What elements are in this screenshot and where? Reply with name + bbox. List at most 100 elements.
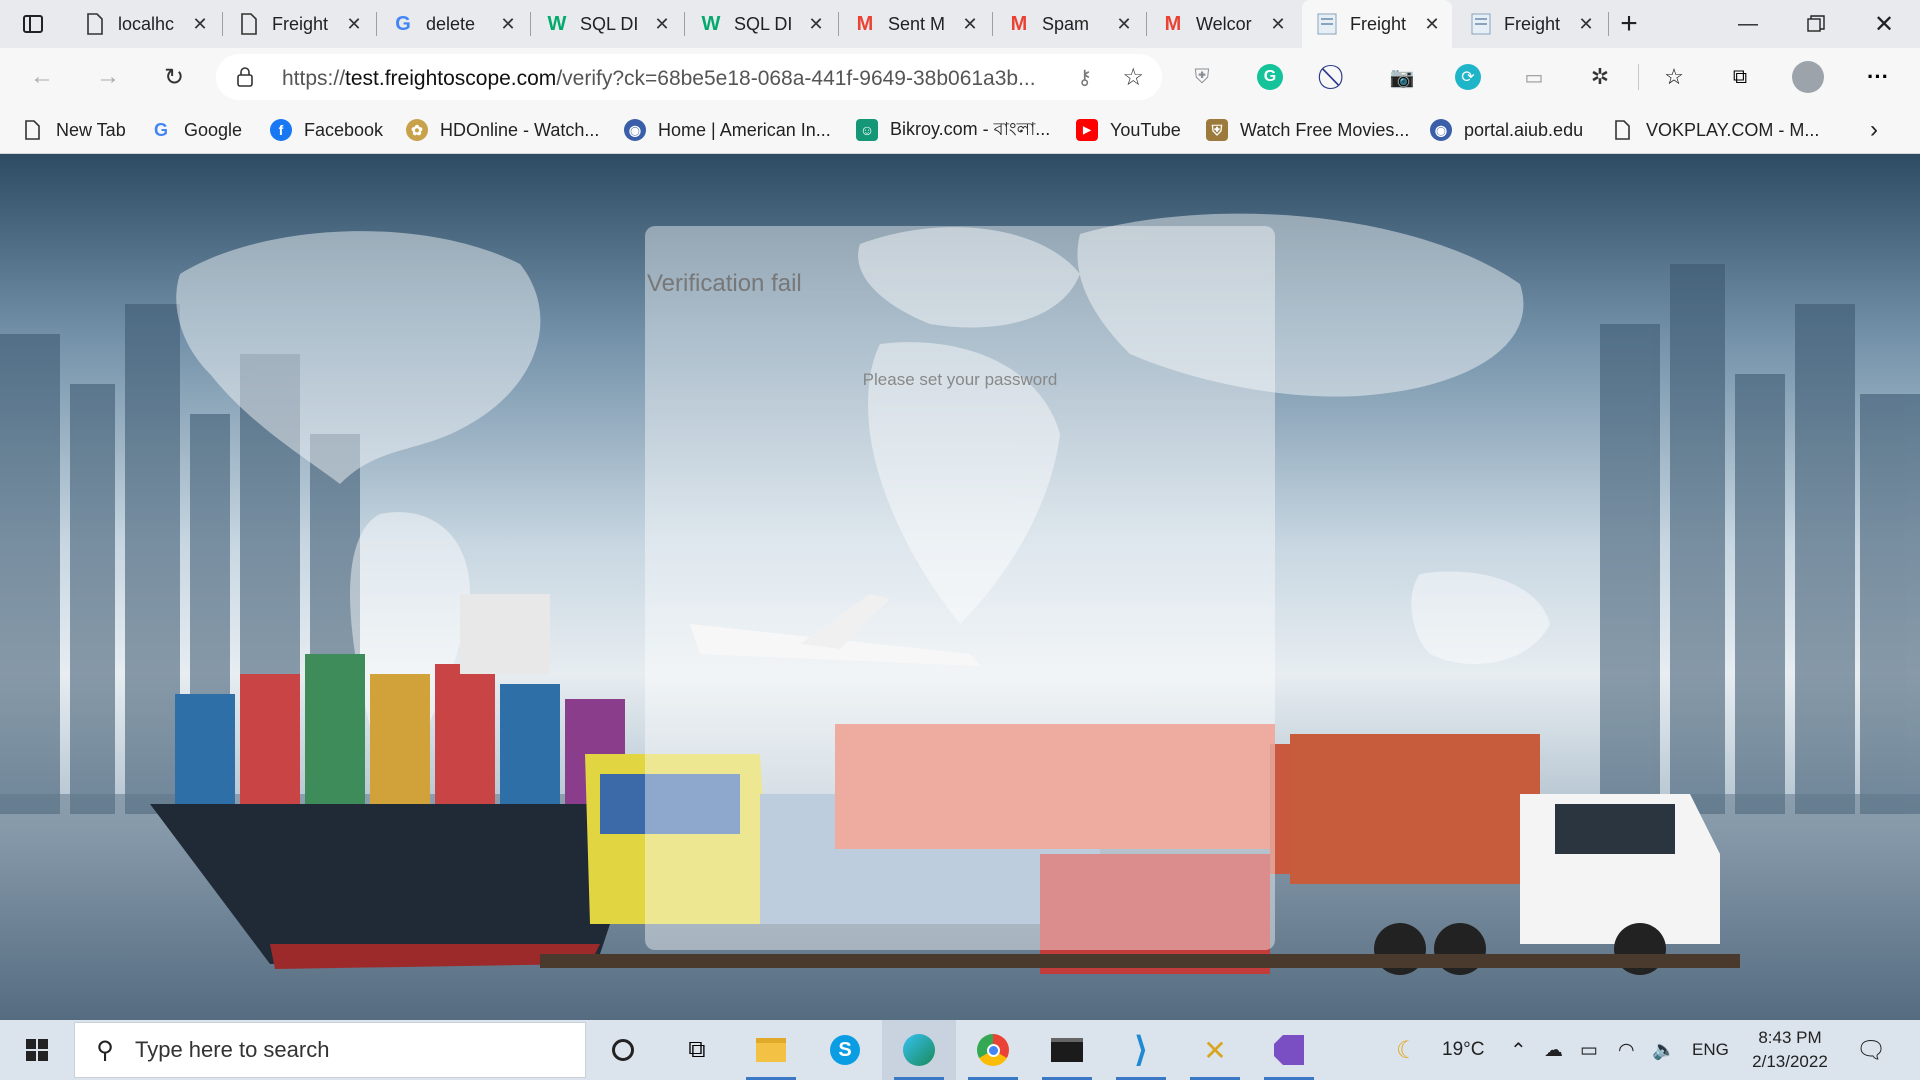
bookmark-watch-free-movies[interactable]: ⛨ Watch Free Movies... — [1206, 106, 1409, 154]
close-tab-icon[interactable]: ✕ — [650, 12, 674, 36]
more-bookmarks-button[interactable]: › — [1870, 106, 1878, 154]
cortana-icon — [612, 1039, 634, 1061]
tab-strip: localhc ✕ Freight ✕ G delete ✕ W SQL DI … — [0, 0, 1920, 48]
tab-localhost[interactable]: localhc ✕ — [70, 0, 220, 48]
facebook-icon: f — [270, 119, 292, 141]
bookmark-facebook[interactable]: f Facebook — [270, 106, 383, 154]
forward-arrow-icon: → — [96, 63, 120, 90]
favorites-icon[interactable]: ☆ — [1656, 59, 1692, 95]
lock-icon[interactable] — [236, 67, 254, 87]
bookmark-bikroy[interactable]: ☺ Bikroy.com - বাংলা... — [856, 106, 1050, 154]
tab-freight-2[interactable]: Freight ✕ — [1456, 0, 1606, 48]
taskbar-search-box[interactable]: ⚲ Type here to search — [74, 1022, 586, 1078]
grammarly-extension-button[interactable]: G — [1252, 59, 1288, 95]
minimize-icon: — — [1738, 12, 1758, 35]
bookmark-new-tab[interactable]: New Tab — [22, 106, 126, 154]
bookmark-hdonline[interactable]: ✿ HDOnline - Watch... — [406, 106, 599, 154]
tab-freight-1[interactable]: Freight ✕ — [224, 0, 374, 48]
visual-studio-button[interactable] — [1252, 1020, 1326, 1080]
volume-icon[interactable]: 🔈 — [1652, 1020, 1676, 1080]
address-bar[interactable]: https://test.freightoscope.com/verify?ck… — [216, 54, 1162, 100]
refresh-extension-button[interactable]: ⟳ — [1450, 59, 1486, 95]
chevron-up-icon[interactable]: ⌃ — [1510, 1020, 1527, 1080]
start-button[interactable] — [0, 1020, 74, 1080]
battery-icon[interactable]: ▭ — [1580, 1020, 1598, 1080]
windows-icon — [26, 1039, 48, 1061]
url-prefix: https:// — [282, 67, 346, 90]
profile-button[interactable] — [1790, 59, 1826, 95]
tab-actions-button[interactable] — [0, 0, 62, 48]
tab-title: Spam — [1042, 13, 1090, 34]
collections-icon[interactable]: ⧉ — [1722, 59, 1758, 95]
cortana-button[interactable] — [586, 1020, 660, 1080]
search-placeholder: Type here to search — [135, 1037, 330, 1062]
screenshot-extension-icon[interactable]: ▭ — [1516, 59, 1552, 95]
w3schools-icon: W — [701, 12, 721, 35]
windows-taskbar: ⚲ Type here to search ⧉ S ⟩ ✕ ☾ 19°C ⌃ ☁… — [0, 1020, 1920, 1080]
search-icon: ⚲ — [96, 1036, 114, 1064]
bookmark-label: VOKPLAY.COM - M... — [1646, 119, 1820, 140]
cloud-icon[interactable]: ☁ — [1544, 1020, 1563, 1080]
w3schools-icon: W — [547, 12, 567, 35]
url-text[interactable]: https://test.freightoscope.com/verify?ck… — [282, 67, 1062, 91]
gmail-icon: M — [1010, 12, 1028, 35]
grammarly-icon: G — [1257, 64, 1283, 90]
tab-freight-active[interactable]: Freight ✕ — [1302, 0, 1452, 48]
tab-gmail-spam[interactable]: M Spam ✕ — [994, 0, 1144, 48]
task-view-button[interactable]: ⧉ — [660, 1020, 734, 1080]
vscode-button[interactable]: ⟩ — [1104, 1020, 1178, 1080]
tab-google-delete[interactable]: G delete ✕ — [378, 0, 528, 48]
close-window-button[interactable]: ✕ — [1850, 0, 1918, 48]
bookmark-google[interactable]: G Google — [150, 106, 242, 154]
close-tab-icon[interactable]: ✕ — [1420, 12, 1444, 36]
wifi-icon[interactable]: ◠ — [1618, 1020, 1635, 1080]
tab-separator — [684, 12, 685, 36]
chrome-button[interactable] — [956, 1020, 1030, 1080]
restore-button[interactable] — [1782, 0, 1850, 48]
tool-app-button[interactable]: ✕ — [1178, 1020, 1252, 1080]
tab-gmail-sent[interactable]: M Sent M ✕ — [840, 0, 990, 48]
bookmark-youtube[interactable]: ▶ YouTube — [1076, 106, 1181, 154]
close-tab-icon[interactable]: ✕ — [496, 12, 520, 36]
hdonline-icon: ✿ — [406, 119, 428, 141]
bookmark-portal-aiub[interactable]: ◉ portal.aiub.edu — [1430, 106, 1583, 154]
reload-button[interactable]: ↻ — [154, 57, 194, 97]
close-tab-icon[interactable]: ✕ — [1112, 12, 1136, 36]
tab-gmail-welcome[interactable]: M Welcor ✕ — [1148, 0, 1298, 48]
shield-extension-icon[interactable]: ⛨ — [1184, 59, 1220, 95]
terminal-button[interactable] — [1030, 1020, 1104, 1080]
weather-icon[interactable]: ☾ — [1396, 1020, 1418, 1080]
settings-more-icon[interactable]: ··· — [1860, 59, 1896, 95]
tab-title: SQL DI — [580, 13, 639, 34]
avatar — [1792, 61, 1824, 93]
close-tab-icon[interactable]: ✕ — [804, 12, 828, 36]
close-tab-icon[interactable]: ✕ — [1266, 12, 1290, 36]
notifications-icon[interactable]: 🗨 — [1856, 1020, 1886, 1080]
block-extension-icon[interactable]: ⃠ — [1318, 59, 1354, 95]
weather-temp[interactable]: 19°C — [1442, 1020, 1484, 1080]
extensions-icon[interactable]: ✲ — [1582, 59, 1618, 95]
bookmark-american-in[interactable]: ◉ Home | American In... — [624, 106, 831, 154]
gmail-icon: M — [1164, 12, 1182, 35]
close-tab-icon[interactable]: ✕ — [342, 12, 366, 36]
tab-separator — [376, 12, 377, 36]
close-tab-icon[interactable]: ✕ — [958, 12, 982, 36]
forward-button[interactable]: → — [88, 57, 128, 97]
tab-sql-1[interactable]: W SQL DI ✕ — [532, 0, 682, 48]
new-tab-button[interactable]: + — [1594, 0, 1664, 48]
edge-button[interactable] — [882, 1020, 956, 1080]
minimize-button[interactable]: — — [1714, 0, 1782, 48]
language-indicator[interactable]: ENG — [1692, 1020, 1729, 1080]
skype-button[interactable]: S — [808, 1020, 882, 1080]
close-tab-icon[interactable]: ✕ — [188, 12, 212, 36]
key-icon[interactable]: ⚷ — [1077, 65, 1092, 90]
camera-extension-icon[interactable]: 📷 — [1384, 59, 1420, 95]
add-favorite-icon[interactable]: ☆ — [1122, 63, 1144, 92]
system-clock[interactable]: 8:43 PM 2/13/2022 — [1740, 1026, 1840, 1074]
file-explorer-button[interactable] — [734, 1020, 808, 1080]
tab-actions-icon — [23, 15, 43, 33]
tab-sql-2[interactable]: W SQL DI ✕ — [686, 0, 836, 48]
freightoscope-icon — [1316, 13, 1338, 35]
bookmark-vokplay[interactable]: VOKPLAY.COM - M... — [1612, 106, 1819, 154]
back-button[interactable]: ← — [22, 57, 62, 97]
